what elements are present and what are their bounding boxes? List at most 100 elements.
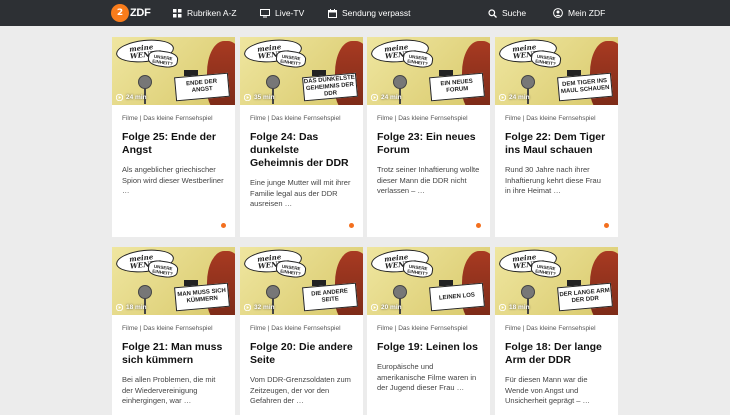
nav-mein-label: Mein ZDF	[568, 8, 606, 18]
duration-badge: 18 min	[499, 304, 530, 311]
teaser-title[interactable]: Folge 24: Das dunkelste Geheimnis der DD…	[250, 131, 353, 170]
teaser-title[interactable]: Folge 21: Man muss sich kümmern	[122, 341, 225, 367]
episode-sign: DEM TIGER INS MAUL SCHAUEN	[557, 72, 613, 102]
teaser-category[interactable]: Filme | Das kleine Fernsehspiel	[122, 115, 225, 122]
teaser-description: Für diesen Mann war die Wende von Angst …	[505, 375, 591, 405]
teaser-card[interactable]: meine WENDE UNSERE EINHEIT? MAN MUSS SICH…	[112, 247, 235, 415]
episode-sign: EIN NEUES FORUM	[429, 72, 485, 102]
episode-sign: DAS DUNKELSTE GEHEIMNIS DER DDR	[302, 72, 358, 102]
teaser-category[interactable]: Filme | Das kleine Fernsehspiel	[505, 325, 608, 332]
duration-badge: 24 min	[499, 94, 530, 101]
teaser-body: Filme | Das kleine Fernsehspiel Folge 23…	[367, 105, 490, 197]
teaser-category[interactable]: Filme | Das kleine Fernsehspiel	[250, 115, 353, 122]
teaser-card[interactable]: meine WENDE UNSERE EINHEIT? DIE ANDERE SE…	[240, 247, 363, 415]
microphone-icon	[393, 75, 407, 89]
episode-sign: DIE ANDERE SEITE	[302, 282, 358, 312]
teaser-description: Eine junge Mutter will mit ihrer Familie…	[250, 178, 351, 208]
nav-mein-zdf[interactable]: Mein ZDF	[553, 0, 605, 26]
search-icon	[488, 8, 497, 18]
duration-badge: 18 min	[116, 304, 147, 311]
episode-sign: LEINEN LOS	[429, 282, 485, 312]
play-icon	[499, 304, 506, 311]
play-icon	[244, 304, 251, 311]
new-indicator-dot	[349, 223, 354, 228]
teaser-card[interactable]: meine WENDE UNSERE EINHEIT? DER LANGE ARM…	[495, 247, 618, 415]
play-icon	[116, 304, 123, 311]
duration-badge: 24 min	[371, 94, 402, 101]
duration-badge: 35 min	[244, 94, 275, 101]
microphone-icon	[521, 285, 535, 299]
teaser-title[interactable]: Folge 25: Ende der Angst	[122, 131, 225, 157]
teaser-description: Vom DDR-Grenzsoldaten zum Zeitzeugen, de…	[250, 375, 351, 405]
play-icon	[371, 304, 378, 311]
teaser-thumbnail[interactable]: meine WENDE UNSERE EINHEIT? DIE ANDERE SE…	[240, 247, 363, 315]
nav-suche-label: Suche	[502, 8, 527, 18]
teaser-title[interactable]: Folge 20: Die andere Seite	[250, 341, 353, 367]
teaser-body: Filme | Das kleine Fernsehspiel Folge 19…	[367, 315, 490, 394]
teaser-thumbnail[interactable]: meine WENDE UNSERE EINHEIT? DEM TIGER INS…	[495, 37, 618, 105]
teaser-description: Bei allen Problemen, die mit der Wiederv…	[122, 375, 216, 405]
play-icon	[116, 94, 123, 101]
duration-text: 24 min	[126, 94, 147, 101]
teaser-body: Filme | Das kleine Fernsehspiel Folge 18…	[495, 315, 618, 407]
nav-rubriken-a-z[interactable]: Rubriken A-Z	[173, 0, 237, 26]
teaser-card[interactable]: meine WENDE UNSERE EINHEIT? DEM TIGER INS…	[495, 37, 618, 237]
nav-live-tv[interactable]: Live-TV	[260, 0, 304, 26]
nav-rubriken-label: Rubriken A-Z	[187, 8, 237, 18]
teaser-body: Filme | Das kleine Fernsehspiel Folge 25…	[112, 105, 235, 197]
teaser-description: Europäische und amerikanische Filme ware…	[377, 362, 477, 392]
nav-sendung-verpasst[interactable]: Sendung verpasst	[328, 0, 411, 26]
zdf-logo-badge: 2	[111, 4, 129, 22]
teaser-description: Rund 30 Jahre nach ihrer Inhaftierung ke…	[505, 165, 601, 195]
teaser-title[interactable]: Folge 23: Ein neues Forum	[377, 131, 480, 157]
teaser-thumbnail[interactable]: meine WENDE UNSERE EINHEIT? LEINEN LOS 20…	[367, 247, 490, 315]
microphone-icon	[266, 75, 280, 89]
teaser-title[interactable]: Folge 22: Dem Tiger ins Maul schauen	[505, 131, 608, 157]
nav-verpasst-label: Sendung verpasst	[342, 8, 411, 18]
teaser-category[interactable]: Filme | Das kleine Fernsehspiel	[377, 325, 480, 332]
teaser-thumbnail[interactable]: meine WENDE UNSERE EINHEIT? ENDE DER ANGS…	[112, 37, 235, 105]
teaser-thumbnail[interactable]: meine WENDE UNSERE EINHEIT? DER LANGE ARM…	[495, 247, 618, 315]
teaser-title[interactable]: Folge 19: Leinen los	[377, 341, 480, 354]
teaser-category[interactable]: Filme | Das kleine Fernsehspiel	[250, 325, 353, 332]
nav-live-label: Live-TV	[275, 8, 305, 18]
new-indicator-dot	[221, 223, 226, 228]
duration-text: 24 min	[381, 94, 402, 101]
duration-badge: 20 min	[371, 304, 402, 311]
microphone-icon	[266, 285, 280, 299]
teaser-title[interactable]: Folge 18: Der lange Arm der DDR	[505, 341, 608, 367]
episode-sign: ENDE DER ANGST	[174, 72, 230, 102]
nav-suche[interactable]: Suche	[488, 0, 526, 26]
duration-text: 18 min	[509, 304, 530, 311]
zdf-logo[interactable]: 2 ZDF	[111, 3, 151, 23]
grid-icon	[173, 8, 182, 17]
duration-text: 24 min	[509, 94, 530, 101]
episode-sign: DER LANGE ARM DER DDR	[557, 282, 613, 312]
duration-badge: 24 min	[116, 94, 147, 101]
teaser-body: Filme | Das kleine Fernsehspiel Folge 22…	[495, 105, 618, 197]
play-icon	[371, 94, 378, 101]
duration-text: 20 min	[381, 304, 402, 311]
teaser-card[interactable]: meine WENDE UNSERE EINHEIT? ENDE DER ANGS…	[112, 37, 235, 237]
duration-text: 32 min	[254, 304, 275, 311]
teaser-description: Als angeblicher griechischer Spion wird …	[122, 165, 224, 195]
teaser-body: Filme | Das kleine Fernsehspiel Folge 24…	[240, 105, 363, 210]
teaser-card[interactable]: meine WENDE UNSERE EINHEIT? DAS DUNKELSTE…	[240, 37, 363, 237]
new-indicator-dot	[604, 223, 609, 228]
teaser-card[interactable]: meine WENDE UNSERE EINHEIT? EIN NEUES FOR…	[367, 37, 490, 237]
zdf-logo-text: ZDF	[130, 7, 151, 19]
microphone-icon	[393, 285, 407, 299]
teaser-body: Filme | Das kleine Fernsehspiel Folge 21…	[112, 315, 235, 407]
teaser-thumbnail[interactable]: meine WENDE UNSERE EINHEIT? MAN MUSS SICH…	[112, 247, 235, 315]
teaser-body: Filme | Das kleine Fernsehspiel Folge 20…	[240, 315, 363, 407]
teaser-thumbnail[interactable]: meine WENDE UNSERE EINHEIT? EIN NEUES FOR…	[367, 37, 490, 105]
teaser-card[interactable]: meine WENDE UNSERE EINHEIT? LEINEN LOS 20…	[367, 247, 490, 415]
play-icon	[244, 94, 251, 101]
teaser-category[interactable]: Filme | Das kleine Fernsehspiel	[505, 115, 608, 122]
teaser-category[interactable]: Filme | Das kleine Fernsehspiel	[122, 325, 225, 332]
tv-icon	[260, 8, 270, 17]
teaser-thumbnail[interactable]: meine WENDE UNSERE EINHEIT? DAS DUNKELSTE…	[240, 37, 363, 105]
teaser-category[interactable]: Filme | Das kleine Fernsehspiel	[377, 115, 480, 122]
top-navigation-bar: 2 ZDF Rubriken A-Z Live-TV Sendung verpa…	[0, 0, 730, 26]
duration-badge: 32 min	[244, 304, 275, 311]
